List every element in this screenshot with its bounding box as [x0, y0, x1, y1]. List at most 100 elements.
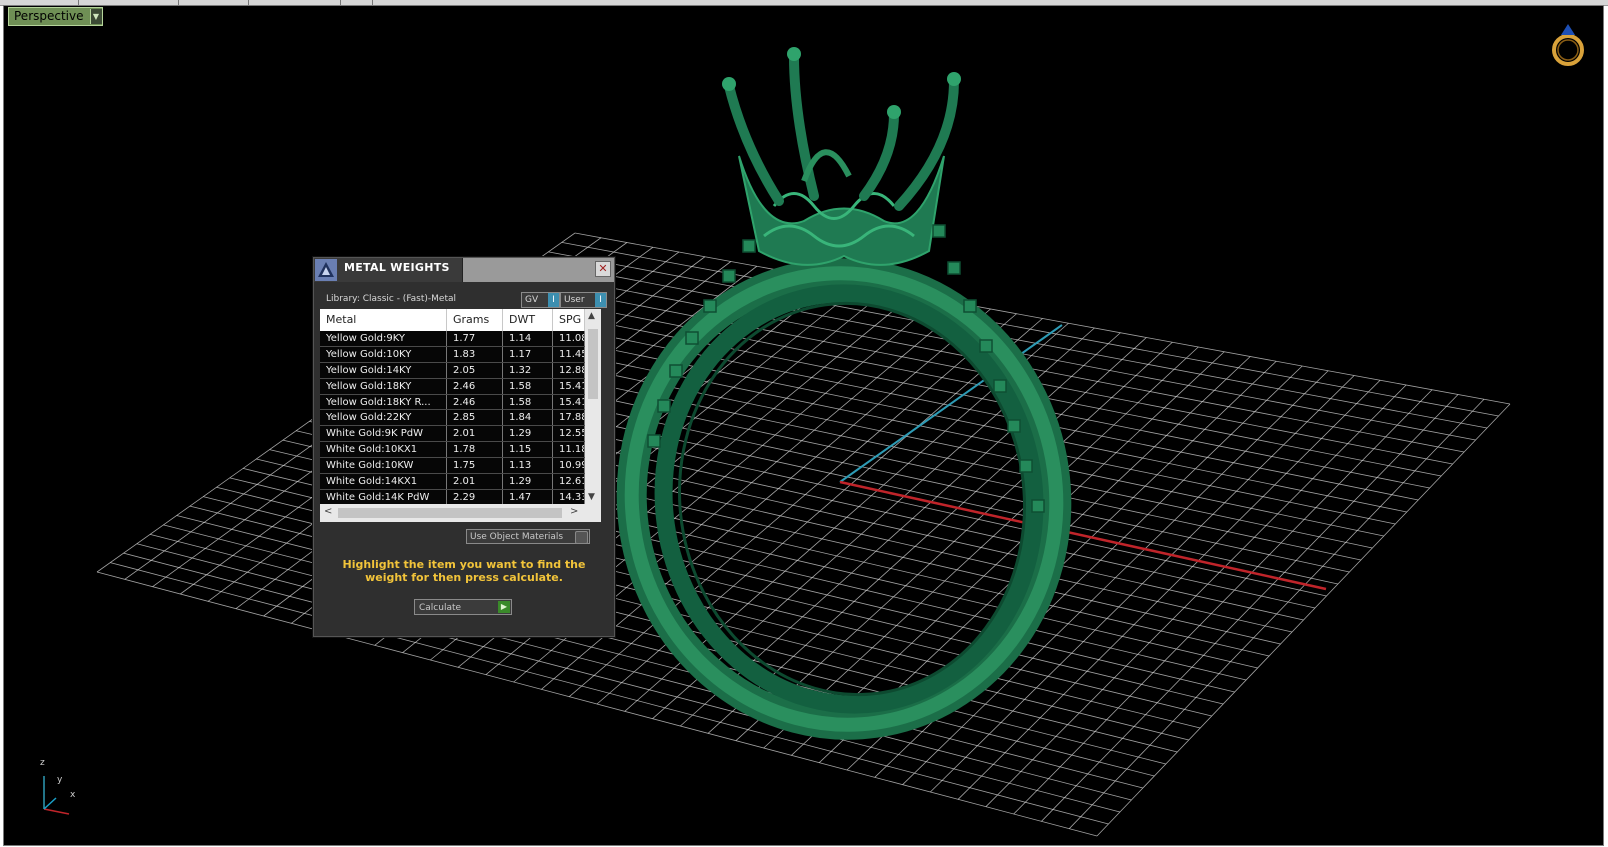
scroll-down-icon[interactable]: ▼: [588, 492, 595, 502]
table-row[interactable]: Yellow Gold:18KY 2.46 1.58 15.41: [320, 378, 585, 395]
table-row[interactable]: White Gold:10KX1 1.78 1.15 11.18: [320, 442, 585, 459]
ground-grid: [96, 232, 1511, 837]
calculate-label: Calculate: [419, 603, 462, 613]
table-row[interactable]: White Gold:10KW 1.75 1.13 10.99: [320, 458, 585, 475]
table-row[interactable]: Yellow Gold:14KY 2.05 1.32 12.88: [320, 362, 585, 379]
ring-logo-icon: [1552, 24, 1584, 66]
dwt-cell: 1.29: [503, 474, 553, 489]
grams-cell: 1.75: [447, 458, 503, 474]
spg-cell: 14.33: [553, 489, 585, 504]
user-label: User: [564, 295, 585, 305]
grams-cell: 2.46: [447, 394, 503, 410]
metal-table[interactable]: Metal Grams DWT SPG Yellow Gold:9KY 1.77 1…: [320, 309, 601, 522]
grams-cell: 2.46: [447, 378, 503, 394]
dialog-titlebar[interactable]: METAL WEIGHTS ✕: [314, 258, 614, 282]
use-object-materials-toggle[interactable]: Use Object Materials: [466, 529, 590, 544]
table-row[interactable]: Yellow Gold:18KY R... 2.46 1.58 15.41: [320, 394, 585, 411]
dialog-title: METAL WEIGHTS: [344, 261, 450, 274]
table-row[interactable]: White Gold:9K PdW 2.01 1.29 12.55: [320, 426, 585, 443]
dwt-cell: 1.13: [503, 458, 553, 474]
grams-cell: 2.85: [447, 410, 503, 426]
spg-cell: 17.88: [553, 410, 585, 426]
col-metal[interactable]: Metal: [320, 309, 447, 331]
metal-cell: Yellow Gold:22KY: [320, 410, 447, 426]
scroll-up-icon[interactable]: ▲: [588, 311, 595, 321]
spg-cell: 12.88: [553, 362, 585, 378]
table-row[interactable]: White Gold:14K PdW 2.29 1.47 14.33: [320, 489, 585, 504]
y-axis-label: y: [57, 775, 63, 785]
vertical-scrollbar[interactable]: ▲ ▼: [585, 309, 601, 504]
spg-cell: 11.45: [553, 346, 585, 362]
metal-cell: Yellow Gold:9KY: [320, 331, 447, 346]
view-label: Perspective: [14, 9, 84, 23]
user-toggle[interactable]: User I: [560, 292, 607, 308]
scroll-left-icon[interactable]: <: [324, 506, 332, 517]
dwt-cell: 1.84: [503, 410, 553, 426]
table-row[interactable]: Yellow Gold:9KY 1.77 1.14 11.08: [320, 331, 585, 347]
toggle-indicator-icon: [575, 531, 588, 544]
axis-gizmo-icon: [43, 776, 70, 815]
metal-cell: Yellow Gold:10KY: [320, 346, 447, 362]
grams-cell: 1.83: [447, 346, 503, 362]
grams-cell: 2.01: [447, 426, 503, 442]
metal-cell: White Gold:9K PdW: [320, 426, 447, 442]
dwt-cell: 1.58: [503, 378, 553, 394]
metal-cell: Yellow Gold:18KY R...: [320, 394, 447, 410]
dwt-cell: 1.47: [503, 489, 553, 504]
spg-cell: 12.55: [553, 426, 585, 442]
dwt-cell: 1.15: [503, 442, 553, 458]
col-spg[interactable]: SPG: [553, 309, 585, 331]
table-row[interactable]: White Gold:14KX1 2.01 1.29 12.61: [320, 474, 585, 490]
scroll-thumb[interactable]: [338, 508, 562, 518]
scroll-right-icon[interactable]: >: [570, 506, 578, 517]
user-indicator-icon: I: [595, 293, 606, 307]
grams-cell: 1.77: [447, 331, 503, 346]
spg-cell: 15.41: [553, 378, 585, 394]
dwt-cell: 1.32: [503, 362, 553, 378]
library-label: Library: Classic - (Fast)-Metal: [326, 294, 457, 304]
spg-cell: 10.99: [553, 458, 585, 474]
view-label-button[interactable]: Perspective ▼: [8, 7, 103, 26]
scroll-thumb[interactable]: [588, 329, 598, 399]
dwt-cell: 1.17: [503, 346, 553, 362]
z-axis-label: z: [40, 758, 45, 768]
col-grams[interactable]: Grams: [447, 309, 503, 331]
metal-cell: White Gold:14K PdW: [320, 489, 447, 504]
metal-cell: Yellow Gold:18KY: [320, 378, 447, 394]
table-row[interactable]: Yellow Gold:10KY 1.83 1.17 11.45: [320, 346, 585, 363]
horizontal-scrollbar[interactable]: < >: [320, 504, 601, 522]
metal-cell: White Gold:14KX1: [320, 474, 447, 489]
dwt-cell: 1.14: [503, 331, 553, 346]
ring-model[interactable]: [603, 47, 1086, 752]
use-object-materials-label: Use Object Materials: [470, 532, 564, 542]
dwt-cell: 1.29: [503, 426, 553, 442]
table-body: Yellow Gold:9KY 1.77 1.14 11.08 Yellow Gold…: [320, 331, 585, 504]
gv-label: GV: [525, 295, 539, 305]
spg-cell: 11.18: [553, 442, 585, 458]
spg-cell: 11.08: [553, 331, 585, 346]
grams-cell: 2.29: [447, 489, 503, 504]
gv-toggle[interactable]: GV I: [521, 292, 560, 308]
table-header: Metal Grams DWT SPG: [320, 309, 585, 331]
dropdown-arrow-icon[interactable]: ▼: [89, 9, 102, 24]
grams-cell: 2.01: [447, 474, 503, 489]
scene-canvas[interactable]: [4, 6, 1603, 845]
dwt-cell: 1.58: [503, 394, 553, 410]
metal-cell: White Gold:10KW: [320, 458, 447, 474]
col-dwt[interactable]: DWT: [503, 309, 553, 331]
x-axis-label: x: [70, 790, 76, 800]
spg-cell: 15.41: [553, 394, 585, 410]
x-axis-line: [839, 480, 1327, 591]
grams-cell: 1.78: [447, 442, 503, 458]
spg-cell: 12.61: [553, 474, 585, 489]
perspective-viewport[interactable]: Perspective ▼ z y x: [3, 5, 1604, 846]
metal-cell: White Gold:10KX1: [320, 442, 447, 458]
play-icon: ▶: [498, 601, 510, 613]
instruction-text: Highlight the item you want to find the …: [342, 558, 586, 584]
gv-indicator-icon: I: [548, 293, 559, 307]
close-icon[interactable]: ✕: [595, 261, 611, 277]
table-row[interactable]: Yellow Gold:22KY 2.85 1.84 17.88: [320, 410, 585, 427]
grams-cell: 2.05: [447, 362, 503, 378]
metal-weights-dialog[interactable]: METAL WEIGHTS ✕ Library: Classic - (Fast…: [313, 257, 615, 637]
calculate-button[interactable]: Calculate ▶: [414, 599, 512, 615]
